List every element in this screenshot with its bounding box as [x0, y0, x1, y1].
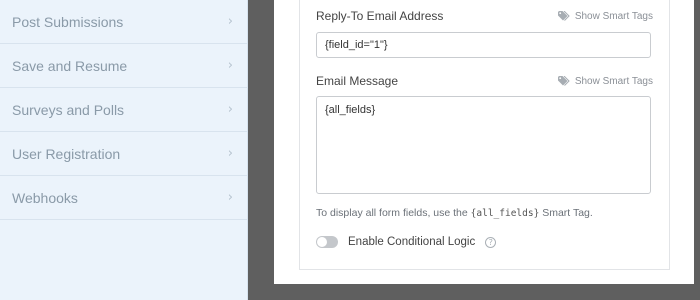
sidebar-item-surveys-and-polls[interactable]: Surveys and Polls ›	[0, 88, 247, 132]
notification-card: Reply-To Email Address Show Smart Tags {…	[299, 0, 670, 270]
sidebar-item-label: Surveys and Polls	[12, 101, 125, 118]
email-message-row: Email Message Show Smart Tags	[316, 74, 653, 88]
sidebar-item-label: Save and Resume	[12, 57, 128, 74]
help-circle-icon[interactable]: ?	[485, 236, 497, 248]
sidebar-item-label: Post Submissions	[12, 13, 124, 30]
reply-to-row: Reply-To Email Address Show Smart Tags	[316, 9, 653, 23]
email-message-smart-tags-link[interactable]: Show Smart Tags	[557, 75, 653, 87]
reply-to-smart-tags-link[interactable]: Show Smart Tags	[557, 10, 653, 22]
chevron-right-icon: ›	[227, 102, 233, 117]
conditional-logic-toggle[interactable]	[316, 236, 338, 248]
toggle-knob	[317, 237, 327, 247]
reply-to-label: Reply-To Email Address	[316, 9, 444, 23]
conditional-logic-label: Enable Conditional Logic	[348, 236, 476, 248]
sidebar-item-webhooks[interactable]: Webhooks ›	[0, 176, 247, 220]
sidebar: Post Submissions › Save and Resume › Sur…	[0, 0, 248, 300]
chevron-right-icon: ›	[227, 190, 233, 205]
sidebar-item-post-submissions[interactable]: Post Submissions ›	[0, 0, 247, 44]
sidebar-item-label: User Registration	[12, 145, 121, 162]
chevron-right-icon: ›	[227, 58, 233, 73]
tag-icon	[557, 76, 570, 86]
conditional-logic-row: Enable Conditional Logic ?	[316, 236, 497, 248]
reply-to-input[interactable]: {field_id="1"}	[316, 32, 651, 58]
sidebar-item-save-and-resume[interactable]: Save and Resume ›	[0, 44, 247, 88]
smart-tags-label: Show Smart Tags	[574, 75, 653, 87]
backdrop-gutter-right	[694, 0, 700, 300]
chevron-right-icon: ›	[227, 146, 233, 161]
email-message-label: Email Message	[316, 74, 399, 88]
help-text-before: To display all form fields, use the	[316, 207, 471, 219]
backdrop-gutter	[248, 0, 274, 300]
chevron-right-icon: ›	[227, 14, 233, 29]
settings-panel: Reply-To Email Address Show Smart Tags {…	[274, 0, 694, 284]
sidebar-item-user-registration[interactable]: User Registration ›	[0, 132, 247, 176]
help-text-after: Smart Tag.	[539, 207, 593, 219]
smart-tags-label: Show Smart Tags	[574, 10, 653, 22]
email-message-help-text: To display all form fields, use the {all…	[316, 207, 593, 219]
tag-icon	[557, 11, 570, 21]
email-message-textarea[interactable]: {all_fields}	[316, 96, 651, 194]
sidebar-item-label: Webhooks	[12, 189, 78, 206]
help-text-code: {all_fields}	[470, 208, 540, 219]
